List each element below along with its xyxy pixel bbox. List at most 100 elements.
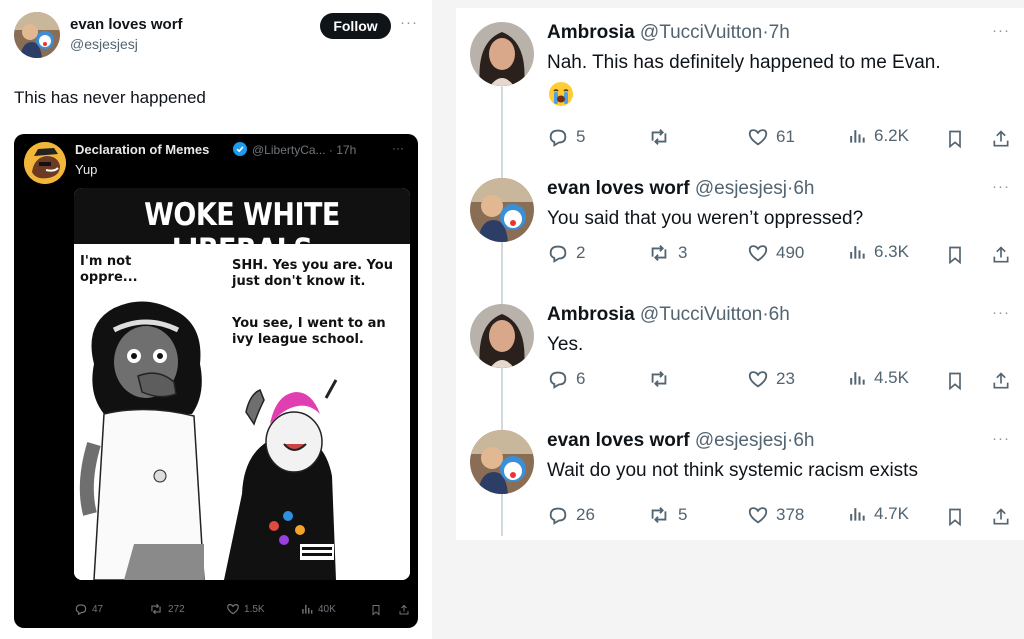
reply-icon — [549, 371, 567, 389]
reply-icon — [549, 507, 567, 525]
like-button[interactable]: 378 — [747, 504, 804, 526]
author-name[interactable]: evan loves worf — [547, 178, 690, 199]
meme-bubble-right-1: SHH. Yes you are. You just don't know it… — [232, 258, 393, 289]
like-count: 23 — [776, 369, 795, 388]
avatar[interactable] — [470, 304, 534, 368]
author-name[interactable]: Ambrosia — [547, 304, 635, 325]
avatar[interactable] — [470, 22, 534, 86]
follow-button[interactable]: Follow — [320, 13, 391, 39]
like-button[interactable]: 23 — [747, 368, 795, 390]
avatar[interactable] — [14, 12, 60, 58]
bookmark-icon[interactable] — [945, 244, 965, 266]
like-count: 378 — [776, 505, 805, 524]
repost-icon — [151, 603, 161, 615]
timestamp: · 17h — [328, 143, 357, 157]
repost-button[interactable]: 5 — [647, 504, 687, 526]
author-handle[interactable]: @TucciVuitton — [640, 304, 762, 325]
share-icon[interactable] — [398, 603, 410, 617]
like-count: 1.5K — [244, 603, 265, 615]
post-text: This has never happened — [14, 88, 206, 107]
reply-button[interactable]: 5 — [547, 126, 585, 148]
handle: @LibertyCa... — [252, 143, 326, 157]
post-text: Wait do you not think systemic racism ex… — [547, 460, 918, 481]
bookmark-icon[interactable] — [370, 603, 382, 617]
views-button[interactable]: 40K — [300, 602, 336, 616]
reply-icon — [549, 129, 567, 147]
author-name[interactable]: evan loves worf — [70, 16, 183, 33]
bookmark-icon[interactable] — [945, 370, 965, 392]
repost-icon — [651, 507, 667, 523]
crying-face-icon — [549, 82, 573, 106]
meme-bubble-right-2: You see, I went to an ivy league school. — [232, 316, 386, 347]
repost-count: 5 — [678, 505, 688, 524]
bookmark-icon[interactable] — [945, 128, 965, 150]
more-options-icon[interactable]: ··· — [992, 178, 1010, 195]
like-button[interactable]: 1.5K — [226, 602, 265, 616]
reply-count: 6 — [576, 369, 586, 388]
reply-count: 26 — [576, 505, 595, 524]
timestamp[interactable]: ·6h — [762, 304, 789, 325]
view-count: 4.7K — [874, 504, 909, 523]
more-options-icon[interactable]: ··· — [992, 22, 1010, 39]
repost-count: 3 — [678, 243, 688, 262]
view-count: 40K — [318, 603, 336, 615]
view-count: 6.2K — [874, 126, 909, 145]
repost-icon — [651, 129, 667, 145]
quoted-post[interactable]: Declaration of Memes @LibertyCa... · 17h… — [14, 134, 418, 628]
timestamp[interactable]: ·6h — [787, 430, 814, 451]
repost-icon — [651, 371, 667, 387]
post-header: evan loves worf @esjesjesj·6h — [547, 178, 814, 200]
like-button[interactable]: 490 — [747, 242, 804, 264]
bookmark-icon[interactable] — [945, 506, 965, 528]
views-button[interactable]: 6.3K — [847, 242, 909, 262]
meme-illustration — [74, 244, 410, 580]
reply-count: 2 — [576, 243, 586, 262]
reply-button[interactable]: 2 — [547, 242, 585, 264]
timestamp[interactable]: ·6h — [787, 178, 814, 199]
quoted-action-bar: 47 272 1.5K 40K — [74, 602, 410, 622]
author-handle[interactable]: @esjesjesj — [695, 178, 787, 199]
repost-button[interactable] — [647, 368, 678, 390]
repost-count: 272 — [168, 603, 185, 615]
post-header: evan loves worf @esjesjesj·6h — [547, 430, 814, 452]
reply-count: 47 — [92, 603, 104, 615]
repost-button[interactable]: 272 — [148, 602, 185, 616]
author-handle[interactable]: @esjesjesj — [695, 430, 787, 451]
more-options-icon[interactable]: ··· — [392, 141, 404, 155]
author-name[interactable]: evan loves worf — [547, 430, 690, 451]
reply-button[interactable]: 47 — [74, 602, 103, 616]
action-bar: 2 3 490 6.3K — [547, 242, 1017, 268]
like-button[interactable]: 61 — [747, 126, 795, 148]
author-handle[interactable]: @esjesjesj — [70, 36, 138, 52]
meme-image[interactable]: WOKE WHITE LIBERALS — [74, 188, 410, 580]
avatar[interactable] — [470, 430, 534, 494]
share-icon[interactable] — [991, 244, 1011, 266]
like-count: 61 — [776, 127, 795, 146]
repost-button[interactable] — [647, 126, 678, 148]
author-name[interactable]: Ambrosia — [547, 22, 635, 43]
avatar[interactable] — [24, 142, 66, 184]
quoted-author-name[interactable]: Declaration of Memes — [75, 142, 209, 157]
views-button[interactable]: 6.2K — [847, 126, 909, 146]
post-text: Nah. This has definitely happened to me … — [547, 52, 941, 73]
avatar[interactable] — [470, 178, 534, 242]
repost-button[interactable]: 3 — [647, 242, 687, 264]
analytics-icon — [850, 372, 865, 385]
reply-button[interactable]: 26 — [547, 504, 595, 526]
more-options-icon[interactable]: ··· — [992, 304, 1010, 321]
share-icon[interactable] — [991, 128, 1011, 150]
views-button[interactable]: 4.5K — [847, 368, 909, 388]
share-icon[interactable] — [991, 370, 1011, 392]
share-icon[interactable] — [991, 506, 1011, 528]
quoted-author-handle[interactable]: @LibertyCa... · 17h — [252, 143, 356, 157]
reply-button[interactable]: 6 — [547, 368, 585, 390]
more-options-icon[interactable]: ··· — [992, 430, 1010, 447]
timestamp[interactable]: ·7h — [762, 22, 789, 43]
action-bar: 26 5 378 4.7K — [547, 504, 1017, 530]
author-handle[interactable]: @TucciVuitton — [640, 22, 762, 43]
heart-icon — [227, 604, 239, 615]
views-button[interactable]: 4.7K — [847, 504, 909, 524]
more-options-icon[interactable]: ··· — [400, 14, 418, 31]
heart-icon — [748, 371, 768, 388]
reply-icon — [549, 245, 567, 263]
